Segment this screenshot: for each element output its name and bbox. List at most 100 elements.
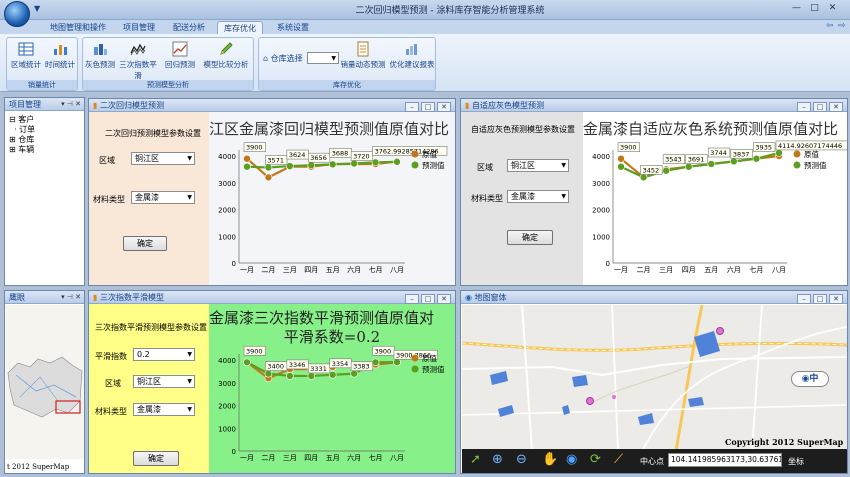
maximize-button[interactable]: □ — [813, 294, 827, 304]
triple-smoothing-button[interactable]: 三次指数平滑 — [116, 41, 160, 80]
alpha-select[interactable]: 0.2 ▼ — [133, 348, 195, 361]
data-point — [307, 161, 316, 170]
maximize-button[interactable]: □ — [808, 3, 821, 14]
tab-delivery[interactable]: 配送分析 — [167, 21, 211, 34]
map-toolbar: ➚ ⊕ ⊖ ✋ ◉ ⟳ ⟋ 中心点 104.141985963173,30.63… — [462, 449, 847, 473]
material-select[interactable]: 金属漆 ▼ — [133, 403, 195, 416]
tree-item-customer[interactable]: ⊟ 客户 — [9, 115, 35, 125]
ribbon-tabs: 地图管理和操作 项目管理 配送分析 库存优化 系统设置 ⇦ ⇨ — [0, 20, 850, 34]
y-tick-label: 3000 — [218, 380, 236, 388]
close-button[interactable]: ✕ — [826, 3, 839, 14]
model-compare-label: 模型比较分析 — [203, 60, 249, 69]
application-menu-button[interactable] — [4, 1, 30, 27]
close-button[interactable]: ✕ — [829, 102, 843, 112]
region-select[interactable]: 铜江区 ▼ — [131, 152, 195, 165]
model-compare-button[interactable]: 模型比较分析 — [199, 41, 253, 77]
data-point — [662, 166, 670, 175]
coordinate-input[interactable]: 104.141985963173,30.6376196 — [668, 453, 782, 467]
legend-marker — [411, 150, 419, 158]
grey-forecast-button[interactable]: 灰色预测 — [85, 41, 115, 77]
smoothing-chart-area: 金属漆三次指数平滑预测值原值对 平滑系数=0.2 0 1000 2000 3000 40… — [209, 304, 455, 473]
data-point — [243, 162, 251, 171]
wave-chart-icon — [130, 43, 146, 56]
grey-settings: 自适应灰色预测模型参数设置 区域 铜江区 ▼ 材料类型 金属漆 ▼ 确定 — [461, 112, 583, 285]
minimize-button[interactable]: — — [790, 3, 803, 14]
data-point — [707, 160, 716, 168]
legend-label: 原值 — [422, 149, 437, 159]
data-label: 3452 — [643, 166, 660, 174]
main-map[interactable] — [462, 305, 847, 451]
building-block — [572, 375, 588, 387]
close-button[interactable]: ✕ — [437, 102, 451, 112]
confirm-button[interactable]: 确定 — [133, 451, 179, 466]
pin-icon[interactable]: ▾ ⊣ ✕ — [61, 291, 81, 304]
x-tick-label: 七月 — [749, 265, 763, 274]
data-label: 3900 — [375, 347, 392, 355]
maximize-button[interactable]: □ — [421, 102, 435, 112]
warehouse-select[interactable]: ▼ — [307, 52, 339, 64]
x-tick-label: 二月 — [261, 454, 275, 462]
minimize-button[interactable]: – — [797, 294, 811, 304]
maximize-button[interactable]: □ — [813, 102, 827, 112]
tree-item-order[interactable]: · 订单 — [9, 125, 35, 135]
data-point — [371, 358, 380, 367]
x-tick-label: 六月 — [727, 265, 741, 274]
close-button[interactable]: ✕ — [829, 294, 843, 304]
region-stats-button[interactable]: 区域统计 — [9, 41, 43, 77]
minimize-button[interactable]: – — [405, 294, 419, 304]
measure-icon[interactable]: ⟋ — [614, 452, 623, 467]
tree-item-warehouse[interactable]: ⊞ 仓库 — [9, 135, 35, 145]
regression-chart: 0 1000 2000 3000 4000 一月 二月 三月 四月 五月 六月 七月 八月 3900 357… — [218, 142, 448, 274]
tab-project[interactable]: 项目管理 — [117, 21, 161, 34]
smoothing-chart: 0 1000 2000 3000 4000 一月 二月 三月 四月 五月 六月 七月 八月 3900 340… — [218, 345, 445, 462]
time-stats-label: 时间统计 — [45, 60, 75, 69]
confirm-button[interactable]: 确定 — [507, 230, 553, 245]
x-tick-label: 三月 — [283, 454, 297, 462]
minimize-button[interactable]: – — [405, 102, 419, 112]
full-extent-icon[interactable]: ◉ — [566, 452, 577, 467]
home-icon: ⌂ — [263, 54, 269, 63]
tree-item-vehicle[interactable]: ⊞ 车辆 — [9, 145, 35, 155]
zoom-in-icon[interactable]: ⊕ — [492, 452, 503, 467]
y-tick-label: 2000 — [218, 207, 236, 215]
zoom-out-icon[interactable]: ⊖ — [516, 452, 527, 467]
regression-forecast-button[interactable]: 回归预测 — [163, 41, 197, 77]
legend-label: 原值 — [422, 353, 437, 363]
pin-icon[interactable]: ▾ ⊣ ✕ — [61, 98, 81, 111]
tab-inventory[interactable]: 库存优化 — [217, 21, 263, 34]
maximize-button[interactable]: □ — [421, 294, 435, 304]
grey-chart: 0 1000 2000 3000 4000 一月 二月 三月 四月 五月 六月 七月 八月 3900 345… — [592, 140, 847, 274]
center-point-label: 中心点 — [640, 457, 664, 466]
material-select[interactable]: 金属漆 ▼ — [131, 191, 195, 204]
language-badge[interactable]: ◉中 — [791, 371, 829, 387]
group-label: 库存优化 — [259, 80, 435, 90]
refresh-icon[interactable]: ⟳ — [590, 452, 601, 467]
data-label: 3900 — [246, 144, 263, 152]
optimization-report-button[interactable]: 优化建议报表 — [389, 41, 435, 77]
tab-settings[interactable]: 系统设置 — [271, 21, 315, 34]
back-arrow-icon[interactable]: ⇦ — [826, 21, 834, 31]
pencil-icon — [220, 42, 233, 55]
dynamic-sales-forecast-button[interactable]: 销量动态预测 — [339, 41, 387, 77]
settings-title: 二次回归预测模型参数设置 — [105, 129, 201, 138]
minimize-button[interactable]: – — [797, 102, 811, 112]
confirm-button[interactable]: 确定 — [123, 236, 167, 251]
map-panel: ◉ 地图窗体 – □ ✕ ◉中 Copyright 2012 SuperMap ➚ … — [460, 290, 848, 474]
pointer-icon[interactable]: ➚ — [470, 452, 481, 467]
y-tick-label: 4000 — [592, 153, 610, 161]
time-stats-button[interactable]: 时间统计 — [43, 41, 77, 77]
material-select[interactable]: 金属漆 ▼ — [507, 190, 569, 203]
material-label: 材料类型 — [471, 194, 503, 203]
region-select[interactable]: 铜江区 ▼ — [133, 375, 195, 388]
overview-map[interactable] — [6, 305, 84, 459]
tab-map[interactable]: 地图管理和操作 — [44, 21, 112, 34]
y-tick-label: 4000 — [218, 357, 236, 365]
x-tick-label: 三月 — [283, 266, 297, 274]
pan-hand-icon[interactable]: ✋ — [542, 452, 558, 467]
region-select[interactable]: 铜江区 ▼ — [507, 159, 569, 172]
dynamic-sales-forecast-label: 销量动态预测 — [340, 60, 386, 69]
forward-arrow-icon[interactable]: ⇨ — [838, 21, 846, 31]
quick-access-dropdown-icon[interactable]: ▼ — [34, 4, 40, 13]
smoothing-panel-title: 三次指数平滑模型 — [99, 293, 164, 302]
close-button[interactable]: ✕ — [437, 294, 451, 304]
